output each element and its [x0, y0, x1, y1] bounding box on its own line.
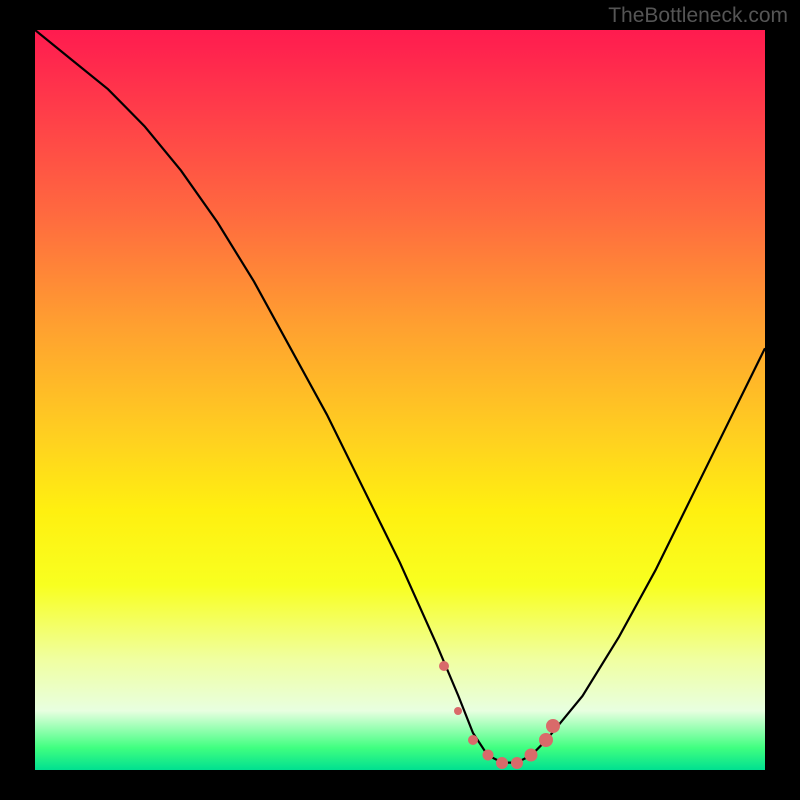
curve-marker	[539, 733, 553, 747]
curve-marker	[511, 757, 523, 769]
curve-marker	[525, 749, 538, 762]
curve-marker	[439, 661, 449, 671]
curve-marker	[546, 719, 560, 733]
curve-markers	[35, 30, 765, 770]
watermark-text: TheBottleneck.com	[608, 4, 788, 28]
curve-marker	[454, 707, 462, 715]
curve-marker	[482, 750, 493, 761]
curve-marker	[496, 757, 508, 769]
curve-marker	[468, 735, 478, 745]
